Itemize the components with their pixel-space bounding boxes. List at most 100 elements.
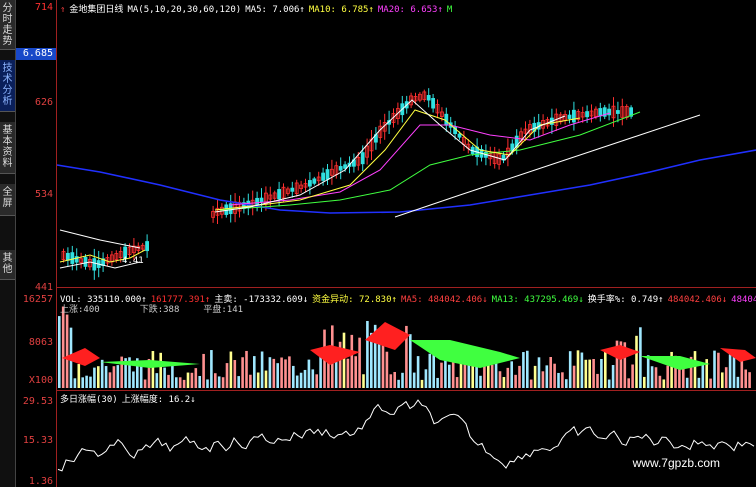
up-count: 上涨:400 [60, 305, 100, 315]
volume-bar [607, 379, 611, 388]
volume-bar [736, 376, 740, 388]
volume-bar [522, 352, 525, 388]
candle [567, 114, 572, 119]
volume-bar [401, 372, 404, 388]
volume-bar [276, 363, 279, 388]
volume-bar [194, 368, 198, 388]
ma20-label: MA20: 6.653↑ [377, 5, 443, 15]
volume-bar [409, 334, 412, 388]
volume-bar [217, 376, 221, 388]
candle [360, 152, 365, 165]
volume-bar [639, 327, 642, 388]
volume-bar [592, 359, 595, 388]
candle [457, 133, 462, 138]
volume-bar [210, 350, 213, 388]
volume-bar [182, 379, 186, 388]
volume-bar [416, 356, 420, 388]
volume-bar [713, 350, 716, 388]
volume-bar [167, 374, 170, 388]
volume-bar [545, 365, 549, 388]
candle [145, 241, 150, 252]
volume-bar [643, 376, 646, 388]
volume-bar [717, 352, 720, 388]
candle [426, 95, 431, 101]
volume-bar [143, 379, 147, 388]
vol-ma5: MA5: 484042.406↓ [400, 295, 488, 305]
volume-bar [58, 316, 61, 388]
volume-bar [73, 378, 77, 388]
volume-bar [159, 352, 162, 388]
volume-bar [600, 358, 603, 388]
volume-bar [139, 365, 143, 388]
volume-bar [448, 364, 451, 388]
volume-bar [100, 359, 104, 388]
volume-bar [61, 306, 65, 388]
candle [70, 252, 75, 264]
chart-canvas [56, 88, 756, 472]
main-legend: ⇑ 金地集团日线 MA(5,10,20,30,60,120) MA5: 7.006↑ M… [60, 2, 456, 15]
volume-bar [658, 375, 662, 388]
candle [255, 197, 260, 205]
candle [307, 180, 312, 187]
volume-bars[interactable] [58, 306, 756, 388]
ma60-line-left [59, 229, 141, 249]
volume-bar [584, 359, 588, 388]
volume-bar [635, 335, 638, 388]
volume-bar [190, 372, 194, 388]
volume-bar [533, 365, 537, 388]
volume-bar [744, 369, 747, 388]
volume-bar [709, 378, 712, 388]
low-price-label: 4.41 [122, 256, 144, 266]
volume-bar [233, 360, 237, 388]
volume-bar [77, 364, 81, 388]
volume-bar [214, 373, 217, 388]
volume-bar [299, 372, 303, 388]
volume-bar [588, 359, 591, 388]
volume-bar [693, 351, 697, 388]
volume-bar [748, 372, 751, 388]
candle [325, 169, 330, 180]
volume-bar [272, 358, 276, 388]
volume-bar [627, 378, 630, 388]
candle [343, 164, 348, 169]
candle [277, 189, 282, 200]
volume-bar [155, 373, 159, 388]
volume-bar [241, 357, 244, 388]
volume-bar [116, 365, 120, 388]
volume-bar [397, 379, 400, 388]
volume-bar [666, 365, 669, 388]
volume-bar [112, 366, 116, 388]
indicator-value: 上涨幅度: 16.2↓ [121, 395, 196, 405]
fund-flow-red [720, 348, 756, 362]
ma-more-label: M [446, 5, 453, 15]
volume-bar [436, 377, 439, 388]
candle [585, 111, 589, 118]
volume-bar [479, 375, 482, 388]
volume-bar [89, 376, 92, 388]
volume-bar [307, 359, 311, 388]
volume-bar [498, 371, 502, 388]
vol-turnover: 换手率%: 0.749↑ [587, 295, 664, 305]
volume-bar [342, 332, 346, 388]
down-count: 下跌:388 [139, 305, 180, 315]
volume-bar [701, 364, 705, 388]
volume-bar [225, 363, 229, 388]
candle [431, 98, 436, 109]
volume-bar [229, 351, 233, 388]
volume-bar [685, 377, 689, 388]
price-candles[interactable] [61, 88, 633, 280]
volume-bar [260, 351, 264, 388]
volume-bar [93, 367, 96, 388]
volume-bar [303, 369, 307, 388]
volume-bar [65, 314, 69, 388]
volume-bar [108, 372, 112, 388]
volume-bar [420, 379, 424, 388]
volume-bar [350, 334, 354, 388]
volume-bar [596, 373, 599, 388]
volume-bar [132, 371, 135, 388]
volume-bar [85, 375, 88, 388]
volume-bar [526, 350, 529, 388]
indicator-name: 多日涨幅(30) [60, 395, 118, 405]
volume-bar [537, 357, 541, 388]
ma120-line [56, 149, 756, 214]
